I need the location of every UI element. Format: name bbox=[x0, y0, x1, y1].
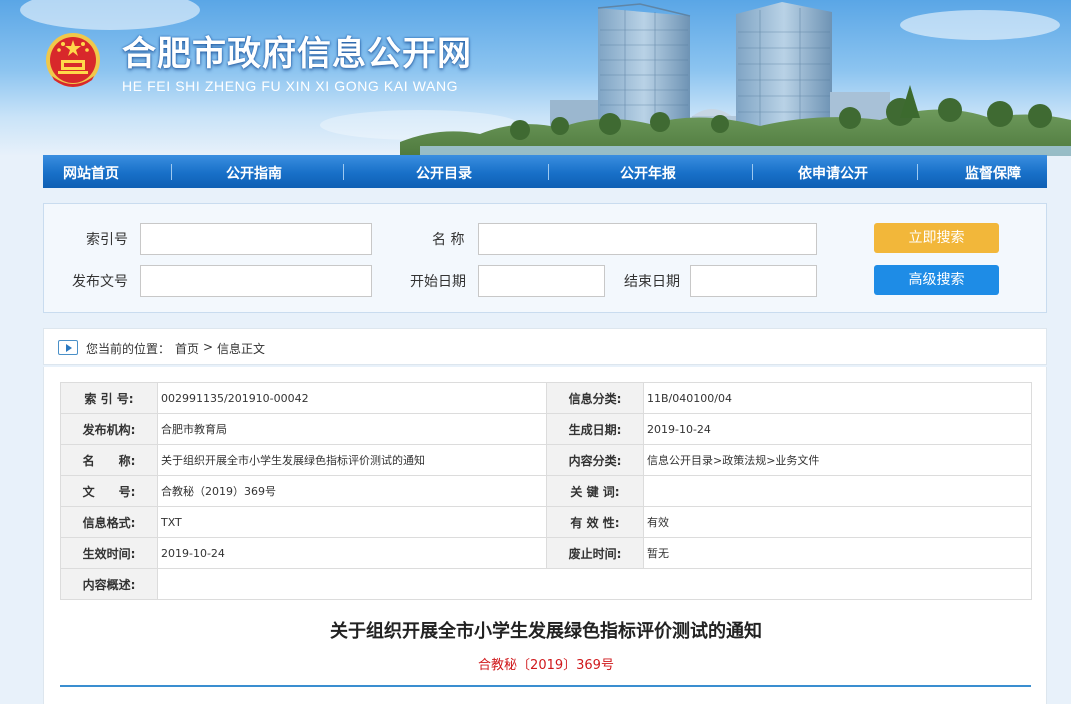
search-button[interactable]: 立即搜索 bbox=[874, 223, 999, 253]
table-row: 文 号: 合教秘（2019）369号 关 键 词: bbox=[60, 475, 1032, 507]
nav-supervision[interactable]: 监督保障 bbox=[965, 163, 1021, 183]
site-header: 合肥市政府信息公开网 HE FEI SHI ZHENG FU XIN XI GO… bbox=[0, 0, 1071, 156]
divider-line bbox=[60, 685, 1031, 687]
cell-value bbox=[643, 475, 1032, 507]
cell-value: 暂无 bbox=[643, 537, 1032, 569]
document-title: 关于组织开展全市小学生发展绿色指标评价测试的通知 bbox=[330, 621, 762, 642]
advanced-search-button[interactable]: 高级搜索 bbox=[874, 265, 999, 295]
cell-value: 合教秘（2019）369号 bbox=[157, 475, 547, 507]
cell-label: 生效时间: bbox=[60, 537, 158, 569]
cell-value: 11B/040100/04 bbox=[643, 382, 1032, 414]
table-row: 发布机构: 合肥市教育局 生成日期: 2019-10-24 bbox=[60, 413, 1032, 445]
cell-label: 关 键 词: bbox=[546, 475, 644, 507]
name-label: 名 称 bbox=[432, 232, 465, 248]
nav-home[interactable]: 网站首页 bbox=[63, 163, 119, 183]
search-panel: 索引号 名 称 立即搜索 发布文号 开始日期 结束日期 高级搜索 bbox=[43, 203, 1047, 313]
nav-divider bbox=[343, 164, 344, 180]
cell-label: 信息格式: bbox=[60, 506, 158, 538]
end-date-input[interactable] bbox=[690, 265, 817, 297]
national-emblem-icon bbox=[46, 33, 100, 87]
nav-divider bbox=[548, 164, 549, 180]
cell-value: 关于组织开展全市小学生发展绿色指标评价测试的通知 bbox=[157, 444, 547, 476]
cell-label: 文 号: bbox=[60, 475, 158, 507]
nav-annual-report[interactable]: 公开年报 bbox=[620, 163, 676, 183]
doc-number-input[interactable] bbox=[140, 265, 372, 297]
table-row: 生效时间: 2019-10-24 废止时间: 暂无 bbox=[60, 537, 1032, 569]
site-title: 合肥市政府信息公开网 bbox=[122, 34, 472, 74]
nav-application[interactable]: 依申请公开 bbox=[798, 163, 868, 183]
table-row: 名 称: 关于组织开展全市小学生发展绿色指标评价测试的通知 内容分类: 信息公开… bbox=[60, 444, 1032, 476]
nav-divider bbox=[752, 164, 753, 180]
cell-label: 生成日期: bbox=[546, 413, 644, 445]
nav-guide[interactable]: 公开指南 bbox=[226, 163, 282, 183]
main-navigation: 网站首页 公开指南 公开目录 公开年报 依申请公开 监督保障 bbox=[43, 155, 1047, 188]
nav-directory[interactable]: 公开目录 bbox=[416, 163, 472, 183]
table-row: 信息格式: TXT 有 效 性: 有效 bbox=[60, 506, 1032, 538]
cell-value: 002991135/201910-00042 bbox=[157, 382, 547, 414]
breadcrumb-home[interactable]: 首页 bbox=[175, 340, 199, 357]
breadcrumb-current: 信息正文 bbox=[217, 342, 266, 356]
cell-label: 废止时间: bbox=[546, 537, 644, 569]
cell-label: 名 称: bbox=[60, 444, 158, 476]
nav-divider bbox=[171, 164, 172, 180]
end-date-label: 结束日期 bbox=[624, 274, 680, 290]
doc-number-label: 发布文号 bbox=[72, 274, 128, 290]
start-date-label: 开始日期 bbox=[410, 274, 466, 290]
cell-label: 内容概述: bbox=[60, 568, 158, 600]
table-row: 索 引 号: 002991135/201910-00042 信息分类: 11B/… bbox=[60, 382, 1032, 414]
cell-value: TXT bbox=[157, 506, 547, 538]
table-row: 内容概述: bbox=[60, 568, 1032, 600]
cell-label: 索 引 号: bbox=[60, 382, 158, 414]
nav-divider bbox=[917, 164, 918, 180]
cell-value bbox=[157, 568, 1032, 600]
content-area: 索 引 号: 002991135/201910-00042 信息分类: 11B/… bbox=[43, 367, 1047, 704]
cell-value: 有效 bbox=[643, 506, 1032, 538]
breadcrumb-prefix: 您当前的位置： bbox=[86, 342, 171, 356]
name-input[interactable] bbox=[478, 223, 817, 255]
start-date-input[interactable] bbox=[478, 265, 605, 297]
cell-label: 信息分类: bbox=[546, 382, 644, 414]
info-metadata-table: 索 引 号: 002991135/201910-00042 信息分类: 11B/… bbox=[60, 382, 1032, 600]
location-arrow-icon bbox=[58, 340, 78, 355]
cell-label: 有 效 性: bbox=[546, 506, 644, 538]
cell-value: 2019-10-24 bbox=[157, 537, 547, 569]
cell-value: 合肥市教育局 bbox=[157, 413, 547, 445]
breadcrumb-separator: > bbox=[203, 340, 214, 354]
index-input[interactable] bbox=[140, 223, 372, 255]
cell-label: 内容分类: bbox=[546, 444, 644, 476]
document-number: 合教秘〔2019〕369号 bbox=[478, 658, 614, 673]
index-label: 索引号 bbox=[86, 232, 128, 248]
cell-label: 发布机构: bbox=[60, 413, 158, 445]
cell-value: 信息公开目录>政策法规>业务文件 bbox=[643, 444, 1032, 476]
cell-value: 2019-10-24 bbox=[643, 413, 1032, 445]
breadcrumb: 您当前的位置： 首页 > 信息正文 bbox=[43, 328, 1047, 365]
site-subtitle: HE FEI SHI ZHENG FU XIN XI GONG KAI WANG bbox=[122, 78, 459, 94]
